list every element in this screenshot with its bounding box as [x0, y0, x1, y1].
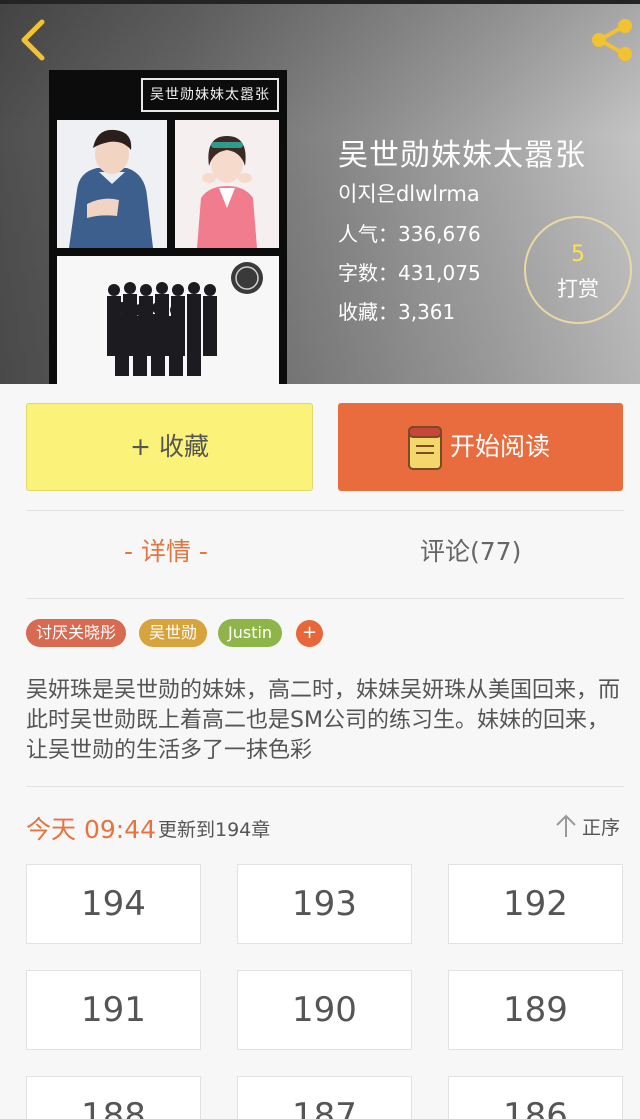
back-button[interactable]	[14, 18, 54, 62]
update-status: 更新到194章	[158, 819, 271, 841]
chapter-item[interactable]: 186	[448, 1076, 623, 1119]
book-description: 吴妍珠是吴世勋的妹妹，高二时，妹妹吴妍珠从美国回来，而此时吴世勋既上着高二也是S…	[26, 678, 621, 763]
tab-details[interactable]: - 详情 -	[124, 532, 208, 568]
book-title: 吴世勋妹妹太嚣张	[338, 138, 586, 173]
reward-count: 5	[571, 242, 585, 267]
add-to-favorites-button[interactable]: + 收藏	[26, 403, 313, 491]
tabs-top-divider	[26, 510, 624, 511]
popularity-stat: 人气：336,676	[338, 222, 481, 246]
reward-label: 打赏	[557, 277, 599, 301]
chevron-left-icon	[21, 19, 45, 61]
book-header: 吴世勋妹妹太嚣张 吴世勋妹妹太嚣张 이지은dlwlrma 人气：336,676 …	[0, 0, 640, 384]
tag-item[interactable]: 讨厌关晓彤	[26, 619, 127, 647]
start-reading-label: 开始阅读	[450, 432, 551, 461]
add-tag-button[interactable]: +	[296, 620, 323, 647]
favorites-stat: 收藏：3,361	[338, 300, 456, 324]
tag-item[interactable]: Justin	[218, 619, 283, 647]
chapter-item[interactable]: 193	[237, 864, 412, 944]
book-icon	[408, 426, 442, 470]
chapter-item[interactable]: 189	[448, 970, 623, 1050]
start-reading-button[interactable]: 开始阅读	[338, 403, 623, 491]
book-author[interactable]: 이지은dlwlrma	[338, 178, 480, 208]
chapter-item[interactable]: 192	[448, 864, 623, 944]
chapter-item[interactable]: 194	[26, 864, 201, 944]
update-time: 今天 09:44	[26, 815, 156, 844]
share-icon	[592, 19, 632, 61]
arrow-up-icon	[556, 814, 576, 837]
cover-photo-group	[57, 256, 279, 384]
cover-photo-boy	[57, 120, 167, 248]
description-divider	[26, 786, 624, 787]
tabs-bottom-divider	[26, 598, 624, 599]
chapter-item[interactable]: 187	[237, 1076, 412, 1119]
word-count-stat: 字数：431,075	[338, 261, 481, 285]
cover-title: 吴世勋妹妹太嚣张	[141, 78, 279, 112]
chapter-item[interactable]: 188	[26, 1076, 201, 1119]
tag-item[interactable]: 吴世勋	[139, 619, 208, 647]
reward-button[interactable]: 5 打赏	[524, 216, 632, 324]
tab-comments[interactable]: 评论(77)	[420, 532, 521, 568]
chapter-item[interactable]: 191	[26, 970, 201, 1050]
chapter-item[interactable]: 190	[237, 970, 412, 1050]
cover-photo-girl	[175, 120, 279, 248]
share-button[interactable]	[588, 16, 636, 64]
sort-order-label: 正序	[582, 817, 621, 839]
book-cover: 吴世勋妹妹太嚣张	[49, 70, 287, 384]
